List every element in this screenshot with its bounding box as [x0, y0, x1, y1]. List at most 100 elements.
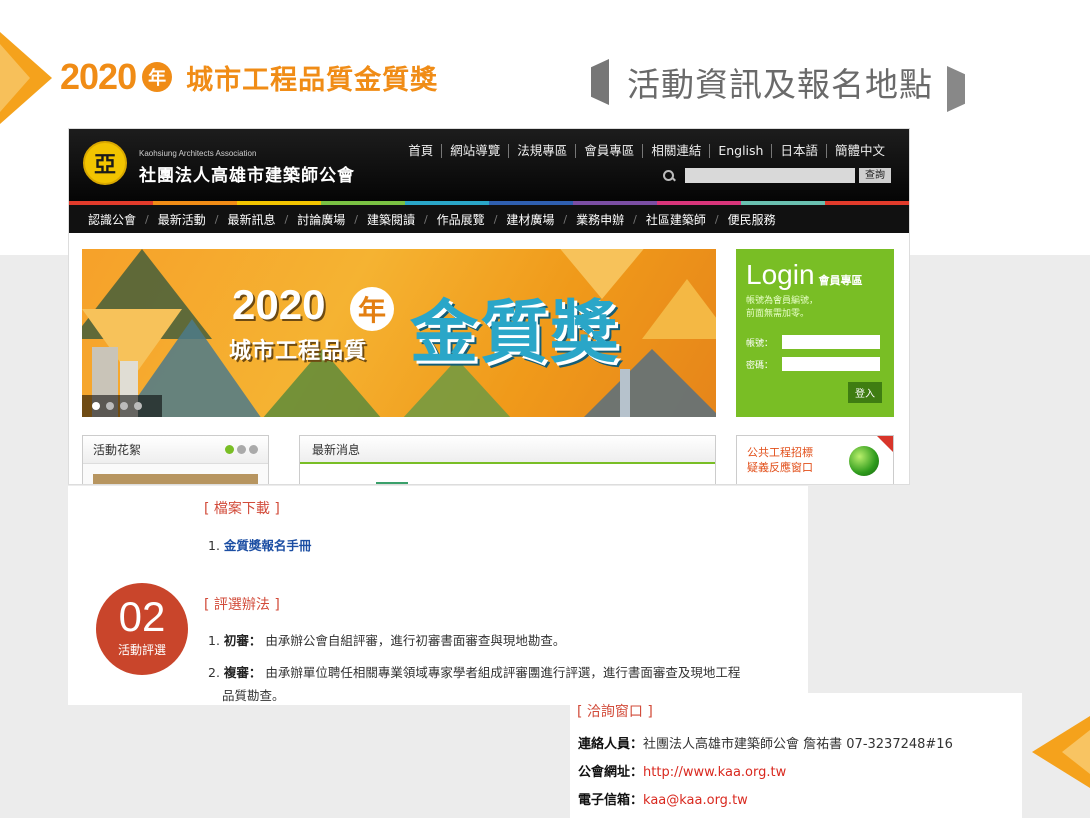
public-works-line2: 疑義反應窗口: [747, 461, 813, 474]
gallery-pager-dot[interactable]: [237, 445, 246, 454]
account-label: 帳號：: [746, 338, 774, 349]
website-screenshot: 亞 Kaohsiung Architects Association 社團法人高…: [68, 128, 910, 485]
login-button[interactable]: 登入: [848, 382, 882, 403]
gallery-pager-dot[interactable]: [225, 445, 234, 454]
email-link[interactable]: kaa@kaa.org.tw: [643, 793, 748, 808]
decor-triangle-right-light: [1062, 730, 1090, 774]
public-works-box[interactable]: 公共工程招標 疑義反應窗口: [736, 435, 894, 484]
download-item: 1. 金質獎報名手冊: [208, 535, 311, 554]
main-nav-community[interactable]: 社區建築師: [637, 211, 715, 228]
globe-icon: [849, 446, 879, 476]
section-heading-text: 活動資訊及報名地點: [627, 65, 933, 104]
org-name-zh: 社團法人高雄市建築師公會: [139, 166, 355, 186]
banner-title: 金質獎: [410, 293, 621, 373]
password-input[interactable]: [782, 357, 880, 371]
rule-label: 複審：: [223, 665, 262, 680]
ribbon-icon: [877, 436, 893, 452]
banner-pager-dot[interactable]: [120, 402, 128, 410]
contact-person-value: 社團法人高雄市建築師公會 詹祐書 07-3237248#16: [643, 737, 953, 752]
main-nav-forum[interactable]: 討論廣場: [288, 211, 354, 228]
top-nav-home[interactable]: 首頁: [400, 144, 441, 158]
contact-panel: [ 洽詢窗口 ] 連絡人員：社團法人高雄市建築師公會 詹祐書 07-323724…: [570, 693, 1022, 818]
gallery-pager: [225, 445, 258, 454]
main-nav-activities[interactable]: 最新活動: [149, 211, 215, 228]
download-item-number: 1.: [208, 538, 220, 553]
site-header: 亞 Kaohsiung Architects Association 社團法人高…: [69, 129, 909, 201]
login-note-line2: 前面無需加零。: [746, 309, 810, 319]
contact-person-row: 連絡人員：社團法人高雄市建築師公會 詹祐書 07-3237248#16: [578, 733, 953, 752]
password-label: 密碼：: [746, 360, 774, 371]
gallery-image[interactable]: [93, 474, 258, 484]
step-badge-number: 02: [118, 593, 166, 640]
rule-text-continued: 品質勘查。: [222, 688, 285, 703]
org-name-en: Kaohsiung Architects Association: [139, 149, 257, 158]
contact-mail-label: 電子信箱：: [578, 793, 644, 808]
manual-download-link[interactable]: 金質獎報名手冊: [224, 538, 312, 553]
banner-pager-dot[interactable]: [92, 402, 100, 410]
contact-person-label: 連絡人員：: [578, 737, 644, 752]
top-nav-links[interactable]: 相關連結: [642, 144, 709, 158]
award-banner[interactable]: 2020 年 城市工程品質 金質獎: [82, 249, 716, 417]
main-nav-materials[interactable]: 建材廣場: [497, 211, 563, 228]
banner-pager-dot[interactable]: [106, 402, 114, 410]
top-nav: 首頁 網站導覽 法規專區 會員專區 相關連結 English 日本語 簡體中文: [400, 144, 893, 158]
contact-mail-row: 電子信箱：kaa@kaa.org.tw: [578, 789, 748, 808]
banner-subtitle: 城市工程品質: [229, 339, 368, 364]
site-search: 查詢: [663, 168, 891, 183]
main-nav-news[interactable]: 最新訊息: [218, 211, 284, 228]
main-nav-about[interactable]: 認識公會: [79, 211, 145, 228]
main-nav-services[interactable]: 業務申辦: [567, 211, 633, 228]
top-nav-sitemap[interactable]: 網站導覽: [441, 144, 508, 158]
news-panel: 最新消息: [299, 435, 716, 484]
slide-award-name: 城市工程品質金質獎: [186, 64, 439, 96]
contact-web-row: 公會網址：http://www.kaa.org.tw: [578, 761, 786, 780]
top-nav-regulations[interactable]: 法規專區: [508, 144, 575, 158]
section-heading: 活動資訊及報名地點: [591, 52, 965, 112]
public-works-line1: 公共工程招標: [747, 446, 813, 459]
main-nav-exhibition[interactable]: 作品展覽: [428, 211, 494, 228]
rules-heading: [ 評選辦法 ]: [204, 597, 280, 613]
step-badge: 02 活動評選: [96, 583, 188, 675]
download-heading: [ 檔案下載 ]: [204, 501, 280, 517]
association-logo[interactable]: 亞: [83, 141, 127, 185]
gallery-title: 活動花絮: [93, 443, 142, 457]
banner-pager-dot[interactable]: [134, 402, 142, 410]
slide-year: 2020: [60, 56, 137, 97]
login-subtitle: 會員專區: [818, 274, 863, 287]
contact-web-label: 公會網址：: [578, 765, 644, 780]
rule-label: 初審：: [223, 633, 262, 648]
step-badge-text: 活動評選: [117, 643, 166, 657]
bracket-left-icon: [591, 59, 609, 105]
account-input[interactable]: [782, 335, 880, 349]
banner-year: 2020: [232, 281, 326, 328]
search-icon: [663, 169, 675, 182]
top-nav-members[interactable]: 會員專區: [575, 144, 642, 158]
rule-text: 由承辦公會自組評審，進行初審書面審查與現地勘查。: [265, 633, 566, 648]
search-button[interactable]: 查詢: [859, 168, 891, 183]
rule-text: 由承辦單位聘任相關專業領域專家學者組成評審團進行評選，進行書面審查及現地工程: [265, 665, 741, 680]
contact-heading: [ 洽詢窗口 ]: [577, 704, 653, 720]
rule-number: 1.: [208, 633, 220, 648]
top-nav-japanese[interactable]: 日本語: [771, 144, 826, 158]
top-nav-english[interactable]: English: [709, 144, 771, 158]
login-note-line1: 帳號為會員編號，: [746, 296, 819, 306]
slide-year-badge: 年: [142, 62, 173, 92]
login-panel: Login 會員專區 帳號為會員編號， 前面無需加零。 帳號： 密碼： 登入: [736, 249, 894, 417]
news-tab[interactable]: [376, 482, 408, 484]
bracket-right-icon: [947, 66, 965, 112]
banner-pager: [82, 395, 162, 417]
news-title: 最新消息: [312, 442, 361, 457]
search-input[interactable]: [685, 168, 855, 183]
rule-item: 2. 複審： 由承辦單位聘任相關專業領域專家學者組成評審團進行評選，進行書面審查…: [208, 662, 740, 681]
gallery-panel: 活動花絮: [82, 435, 269, 484]
login-title: Login: [746, 259, 815, 290]
info-panel: [ 檔案下載 ] 1. 金質獎報名手冊 02 活動評選 [ 評選辦法 ] 1. …: [68, 486, 808, 705]
color-strip: [69, 201, 909, 205]
top-nav-simplified[interactable]: 簡體中文: [825, 144, 893, 158]
website-link[interactable]: http://www.kaa.org.tw: [643, 765, 786, 780]
rule-item: 1. 初審： 由承辦公會自組評審，進行初審書面審查與現地勘查。: [208, 630, 565, 649]
gallery-pager-dot[interactable]: [249, 445, 258, 454]
main-nav-reading[interactable]: 建築閱讀: [358, 211, 424, 228]
main-nav-public[interactable]: 便民服務: [719, 211, 785, 228]
banner-year-badge: 年: [350, 287, 394, 331]
